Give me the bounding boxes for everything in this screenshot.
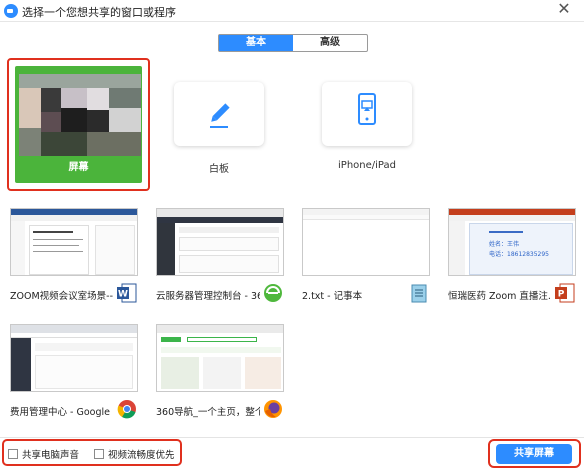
window-tile[interactable]: ZOOM视频会议室场景--... W: [10, 208, 138, 310]
window-label: 恒瑞医药 Zoom 直播注...: [448, 291, 552, 302]
iphone-ipad-option[interactable]: [322, 82, 412, 146]
360-browser-icon: [264, 284, 282, 302]
window-label: 360导航_一个主页，整个...: [156, 407, 260, 418]
iphone-ipad-label: iPhone/iPad: [338, 160, 396, 171]
title-bar: 选择一个您想共享的窗口或程序 ✕: [0, 0, 584, 22]
share-screen-button[interactable]: 共享屏幕: [496, 444, 572, 464]
window-thumbnail: [302, 208, 430, 276]
tab-advanced[interactable]: 高级: [293, 35, 367, 51]
powerpoint-icon: P: [555, 283, 575, 303]
window-thumbnail: [156, 208, 284, 276]
svg-text:P: P: [558, 290, 565, 300]
card-name-text: 姓名：王伟: [489, 241, 520, 248]
window-thumbnail: 姓名：王伟 电话：18612835295: [448, 208, 576, 276]
window-title: 选择一个您想共享的窗口或程序: [22, 6, 176, 19]
notepad-icon: [411, 284, 427, 303]
window-label: 2.txt - 记事本: [302, 291, 363, 302]
window-tile[interactable]: 费用管理中心 - Google ...: [10, 324, 138, 426]
share-audio-option[interactable]: 共享电脑声音: [8, 447, 79, 461]
share-audio-checkbox[interactable]: [8, 449, 18, 459]
card-phone-text: 电话：18612835295: [489, 251, 549, 258]
optimize-video-checkbox[interactable]: [94, 449, 104, 459]
whiteboard-option[interactable]: [174, 82, 264, 146]
optimize-video-option[interactable]: 视频流畅度优先: [94, 447, 175, 461]
whiteboard-label: 白板: [209, 164, 229, 175]
airplay-device-icon: [358, 93, 376, 125]
tab-bar: 基本 高级: [218, 34, 368, 52]
window-tile[interactable]: 360导航_一个主页，整个...: [156, 324, 284, 426]
window-tile[interactable]: 姓名：王伟 电话：18612835295 恒瑞医药 Zoom 直播注... P: [448, 208, 576, 310]
close-button[interactable]: ✕: [550, 0, 578, 20]
share-audio-label: 共享电脑声音: [22, 450, 80, 461]
zoom-app-icon: [4, 4, 18, 18]
firefox-icon: [264, 400, 282, 418]
svg-text:W: W: [118, 290, 128, 300]
tab-basic[interactable]: 基本: [219, 35, 293, 51]
window-tile[interactable]: 云服务器管理控制台 - 360...: [156, 208, 284, 310]
chrome-icon: [117, 400, 136, 419]
word-icon: W: [117, 283, 137, 303]
window-thumbnail: [10, 324, 138, 392]
window-thumbnail: [156, 324, 284, 392]
share-screen-option[interactable]: 屏幕: [7, 58, 150, 191]
window-tile[interactable]: 2.txt - 记事本: [302, 208, 430, 310]
window-label: 云服务器管理控制台 - 360...: [156, 291, 260, 302]
optimize-video-label: 视频流畅度优先: [108, 450, 175, 461]
window-thumbnail: [10, 208, 138, 276]
screen-label: 屏幕: [68, 162, 89, 173]
pencil-icon: [210, 103, 230, 128]
window-label: ZOOM视频会议室场景--...: [10, 291, 114, 302]
screen-preview: 屏幕: [15, 66, 142, 183]
window-label: 费用管理中心 - Google ...: [10, 407, 114, 418]
screen-thumbnail: [19, 74, 141, 156]
